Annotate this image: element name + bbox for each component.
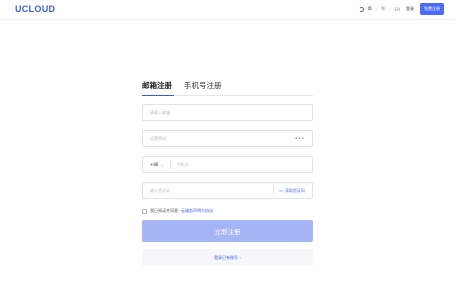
agreement-text: 我已阅读并同意 [150, 208, 178, 213]
country-code-select[interactable]: +86 ⌄ [150, 160, 171, 169]
agreement-row: 我已阅读并同意 云服务声明与协议 [142, 208, 213, 214]
lang-traditional[interactable]: 繁 [381, 6, 385, 12]
dark-mode-icon[interactable] [358, 6, 364, 12]
login-link[interactable]: 登录 [406, 6, 414, 12]
free-signup-button[interactable]: 免费注册 [420, 3, 444, 15]
chevron-down-icon: ⌄ [160, 162, 164, 167]
email-input[interactable] [150, 110, 305, 115]
register-tabs: 邮箱注册 手机号注册 [142, 76, 313, 96]
lang-separator: / [375, 6, 378, 12]
ucloud-logo[interactable]: UCLOUD [15, 4, 55, 14]
tab-phone-register[interactable]: 手机号注册 [184, 76, 222, 96]
register-form: 邮箱注册 手机号注册 ••• +86 ⌄ ▭ 获取验证码 我已阅读并同意 云服务… [142, 76, 313, 266]
password-field[interactable]: ••• [142, 130, 313, 147]
message-icon: ▭ [279, 188, 283, 193]
phone-field[interactable]: +86 ⌄ [142, 156, 313, 173]
get-code-button[interactable]: ▭ 获取验证码 [273, 186, 305, 195]
header-actions: 简 / 繁 / EN 登录 免费注册 [358, 3, 444, 15]
sms-code-input[interactable] [150, 188, 274, 193]
tab-email-register[interactable]: 邮箱注册 [142, 76, 172, 96]
lang-simplified[interactable]: 简 [368, 6, 372, 12]
active-tab-indicator [142, 94, 174, 96]
register-submit-button[interactable]: 立即注册 [142, 220, 313, 242]
hidden-password-icon[interactable]: ••• [295, 136, 305, 142]
top-header: UCLOUD 简 / 繁 / EN 登录 免费注册 [0, 0, 456, 20]
login-existing-account-button[interactable]: 登录已有账号 › [142, 249, 313, 266]
lang-english[interactable]: EN [394, 7, 400, 12]
phone-input[interactable] [176, 162, 305, 167]
agreement-link[interactable]: 云服务声明与协议 [181, 208, 213, 214]
country-code-value: +86 [150, 162, 159, 167]
password-input[interactable] [150, 136, 295, 141]
get-code-label: 获取验证码 [285, 187, 305, 193]
agreement-checkbox[interactable] [142, 208, 147, 214]
email-field[interactable] [142, 104, 313, 121]
sms-code-field[interactable]: ▭ 获取验证码 [142, 182, 313, 199]
lang-separator: / [389, 6, 391, 12]
